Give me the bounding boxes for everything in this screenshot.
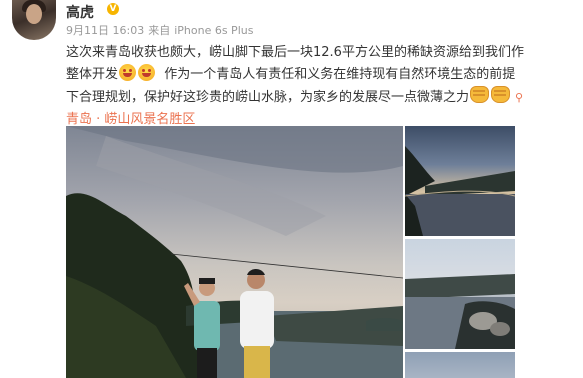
location-pin-icon: ⚲: [515, 91, 524, 104]
photo-2-scene: [405, 146, 515, 236]
location-link[interactable]: 青岛 · 崂山风景名胜区: [66, 112, 195, 127]
source-prefix: 来自: [148, 24, 171, 37]
photo-3-scene: [405, 274, 515, 349]
avatar[interactable]: [12, 0, 56, 40]
post-source: iPhone 6s Plus: [174, 24, 254, 37]
post-photo-4[interactable]: [405, 352, 515, 378]
photo-main-scene: [66, 126, 403, 378]
username[interactable]: 高虎: [66, 2, 94, 22]
post-content: 这次来青岛收获也颇大，崂山脚下最后一块12.6平方公里的稀缺资源给到我们作整体开…: [66, 42, 526, 131]
fist-emoji-icon: [491, 86, 511, 103]
post-meta: 9月11日 16:03 来自 iPhone 6s Plus: [66, 22, 257, 38]
vip-badge-icon: V: [107, 3, 119, 15]
post-date[interactable]: 9月11日 16:03: [66, 24, 144, 37]
fist-emoji-icon: [470, 86, 490, 103]
post-photo-main[interactable]: [66, 126, 403, 378]
smile-emoji-icon: [119, 64, 137, 81]
avatar-face: [26, 4, 42, 24]
smile-emoji-icon: [138, 64, 156, 81]
post-photo-3[interactable]: [405, 239, 515, 349]
post-photo-2[interactable]: [405, 126, 515, 236]
